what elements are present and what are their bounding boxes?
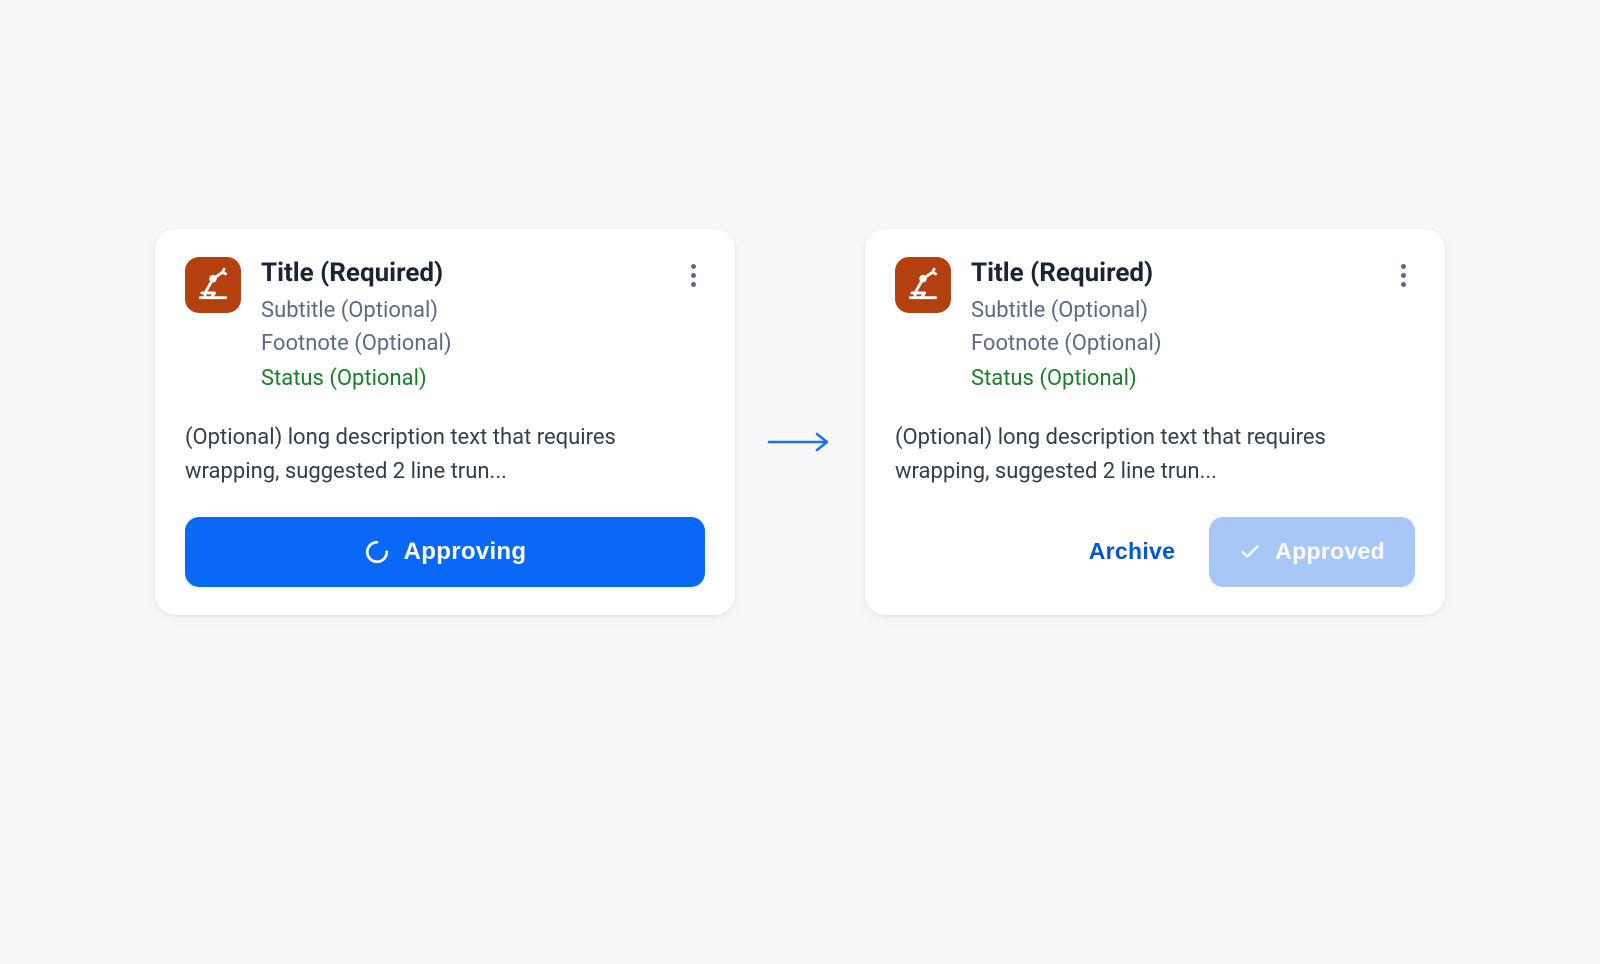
approving-button[interactable]: Approving bbox=[185, 517, 705, 587]
robot-arm-icon bbox=[185, 257, 241, 313]
robot-arm-icon bbox=[895, 257, 951, 313]
arrow-right-icon bbox=[765, 430, 835, 454]
card-title: Title (Required) bbox=[971, 257, 1415, 290]
spinner-icon bbox=[364, 539, 390, 565]
approving-button-label: Approving bbox=[404, 538, 527, 566]
card-approving: Title (Required) Subtitle (Optional) Foo… bbox=[155, 229, 735, 615]
check-icon bbox=[1239, 541, 1261, 563]
approved-button-label: Approved bbox=[1275, 538, 1385, 565]
card-description: (Optional) long description text that re… bbox=[185, 421, 705, 489]
header-text-block: Title (Required) Subtitle (Optional) Foo… bbox=[971, 257, 1415, 395]
archive-button-label: Archive bbox=[1089, 538, 1175, 564]
header-text-block: Title (Required) Subtitle (Optional) Foo… bbox=[261, 257, 705, 395]
card-approved: Title (Required) Subtitle (Optional) Foo… bbox=[865, 229, 1445, 615]
card-subtitle: Subtitle (Optional) bbox=[261, 294, 705, 327]
card-header: Title (Required) Subtitle (Optional) Foo… bbox=[895, 257, 1415, 395]
card-subtitle: Subtitle (Optional) bbox=[971, 294, 1415, 327]
card-header: Title (Required) Subtitle (Optional) Foo… bbox=[185, 257, 705, 395]
card-footnote: Footnote (Optional) bbox=[971, 327, 1415, 360]
card-description: (Optional) long description text that re… bbox=[895, 421, 1415, 489]
approved-button: Approved bbox=[1209, 517, 1415, 587]
card-title: Title (Required) bbox=[261, 257, 705, 290]
card-footnote: Footnote (Optional) bbox=[261, 327, 705, 360]
card-status: Status (Optional) bbox=[261, 362, 705, 395]
more-vertical-icon[interactable] bbox=[681, 263, 705, 287]
archive-button[interactable]: Archive bbox=[1077, 528, 1187, 575]
card-actions: Archive Approved bbox=[895, 517, 1415, 587]
card-status: Status (Optional) bbox=[971, 362, 1415, 395]
more-vertical-icon[interactable] bbox=[1391, 263, 1415, 287]
card-actions: Approving bbox=[185, 517, 705, 587]
transition-arrow bbox=[765, 390, 835, 454]
